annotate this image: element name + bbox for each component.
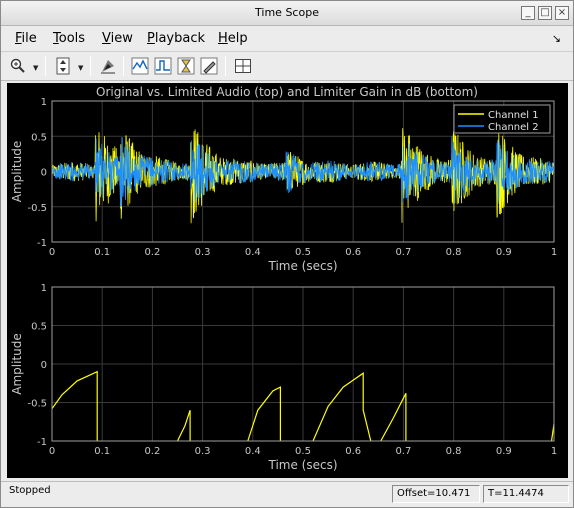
close-icon[interactable]: × — [555, 6, 569, 20]
toolbar: ▼ ▼ — [1, 51, 573, 81]
dock-arrow-icon[interactable]: ↘ — [552, 32, 561, 45]
y-tick-label: 0 — [41, 168, 47, 179]
window-title: Time Scope — [255, 6, 319, 19]
x-tick-label: 1 — [551, 446, 557, 457]
peak-finder-icon[interactable] — [198, 55, 220, 77]
status-offset: Offset=10.471 — [392, 485, 480, 503]
x-tick-label: 0.9 — [496, 247, 512, 258]
y-tick-label: 0 — [41, 360, 47, 371]
x-tick-label: 0.4 — [245, 247, 261, 258]
gain-segment-1 — [51, 370, 98, 441]
status-time: T=11.4474 — [483, 485, 569, 503]
x-axis-label: Time (secs) — [267, 458, 337, 472]
y-tick-label: -1 — [37, 238, 47, 249]
bottom-axes: 0 0.1 0.2 0.3 0.4 0.5 0.6 0.7 0.8 0.9 1 1 0.5 0 -0.5 -1… — [10, 283, 557, 472]
y-tick-label: 1 — [41, 283, 47, 294]
menu-view[interactable]: View — [102, 31, 133, 46]
scope-display: Original vs. Limited Audio (top) and Lim… — [7, 83, 568, 478]
y-tick-label: -1 — [37, 437, 47, 448]
y-tick-label: 0.5 — [31, 132, 47, 143]
layout-icon[interactable] — [232, 55, 254, 77]
status-state: Stopped — [9, 485, 51, 496]
gain-segment-2 — [176, 410, 191, 442]
zoom-y-icon[interactable] — [52, 55, 74, 77]
menu-help[interactable]: Help — [218, 31, 248, 46]
x-tick-label: 0.8 — [446, 446, 462, 457]
zoom-y-dropdown-icon[interactable]: ▼ — [78, 64, 83, 72]
x-tick-label: 0.6 — [345, 247, 361, 258]
x-tick-label: 0.1 — [94, 247, 110, 258]
status-bar: Stopped Offset=10.471 T=11.4474 — [1, 481, 573, 507]
x-tick-label: 0.5 — [295, 247, 311, 258]
maximize-icon[interactable]: □ — [538, 6, 552, 20]
x-tick-label: 0.3 — [195, 446, 211, 457]
legend-label-2: Channel 2 — [488, 122, 539, 133]
zoom-in-icon[interactable] — [7, 55, 29, 77]
x-tick-label: 0.2 — [144, 247, 160, 258]
legend: Channel 1Channel 2 — [453, 104, 551, 134]
y-tick-label: -0.5 — [27, 203, 47, 214]
x-tick-label: 0.5 — [295, 446, 311, 457]
toolbar-separator — [123, 56, 124, 76]
y-tick-label: -0.5 — [27, 399, 47, 410]
gain-segment-5 — [380, 393, 407, 442]
y-tick-label: 0.5 — [31, 322, 47, 333]
x-tick-label: 0 — [49, 446, 55, 457]
menu-bar: File Tools View Playback Help ↘ — [1, 27, 573, 51]
zoom-dropdown-icon[interactable]: ▼ — [33, 64, 38, 72]
x-tick-label: 0.7 — [395, 247, 411, 258]
time-scope-window: Time Scope _ □ × File Tools View Playbac… — [0, 0, 574, 508]
top-axes: 0 0.1 0.2 0.3 0.4 0.5 0.6 0.7 0.8 0.9 1 1 0.5 0 -0.5 -1… — [10, 97, 557, 273]
y-tick-label: 1 — [41, 97, 47, 108]
toolbar-separator — [90, 56, 91, 76]
x-tick-label: 0.3 — [195, 247, 211, 258]
gain-segment-4 — [312, 372, 372, 442]
cursor-measurements-icon[interactable] — [152, 55, 174, 77]
triggers-icon[interactable] — [129, 55, 151, 77]
toolbar-separator — [45, 56, 46, 76]
x-tick-label: 0.8 — [446, 247, 462, 258]
toolbar-separator — [225, 56, 226, 76]
menu-file[interactable]: File — [15, 31, 37, 46]
y-axis-label: Amplitude — [10, 141, 24, 203]
minimize-icon[interactable]: _ — [521, 6, 535, 20]
x-axis-label: Time (secs) — [267, 259, 337, 273]
y-axis-label: Amplitude — [10, 333, 24, 395]
legend-label-1: Channel 1 — [488, 110, 539, 121]
x-tick-label: 0 — [49, 247, 55, 258]
x-tick-label: 0.6 — [345, 446, 361, 457]
title-bar: Time Scope _ □ × — [1, 1, 573, 26]
x-tick-label: 0.9 — [496, 446, 512, 457]
x-tick-label: 0.1 — [94, 446, 110, 457]
scope-plot-area: Original vs. Limited Audio (top) and Lim… — [10, 85, 557, 472]
menu-tools[interactable]: Tools — [53, 31, 85, 46]
menu-playback[interactable]: Playback — [147, 31, 205, 46]
highlight-icon[interactable] — [97, 55, 119, 77]
x-tick-label: 1 — [551, 247, 557, 258]
scope-title: Original vs. Limited Audio (top) and Lim… — [96, 85, 478, 99]
x-tick-label: 0.7 — [395, 446, 411, 457]
x-tick-label: 0.2 — [144, 446, 160, 457]
x-tick-label: 0.4 — [245, 446, 261, 457]
signal-statistics-icon[interactable] — [175, 55, 197, 77]
